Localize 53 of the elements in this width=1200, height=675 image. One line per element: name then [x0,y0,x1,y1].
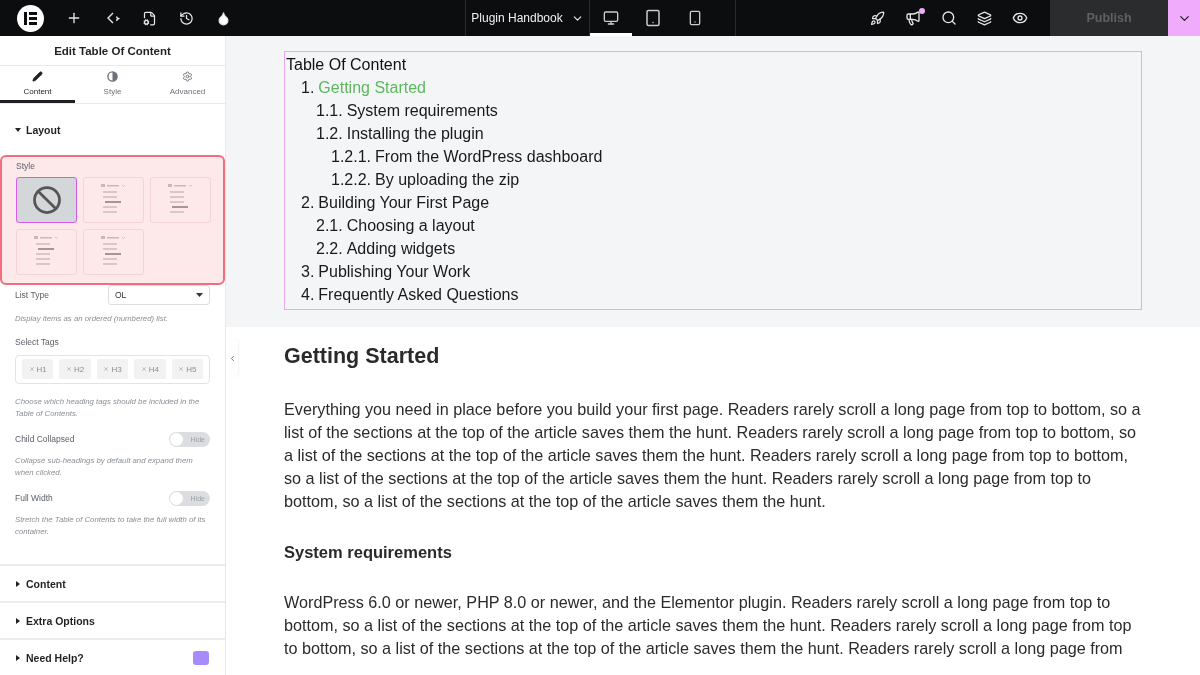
article-paragraph: Everything you need in place before you build your first page. Readers rarely scroll a long page from top to bottom, so a list of the sections at the top of the article saves them the hunt. Readers rarely scroll a long page from top to bottom, so a list of the sections at the top of the article saves them the hunt. Readers rarely scroll a long page from top to bottom, so a list of the sections at the top of the article saves them the hunt. Readers rarely scroll a long page from top to bottom, so a list of the sections at the top of the article saves them the hunt. [284,399,1142,512]
toc-number: 4. [301,285,315,305]
toc-number: 1.2.1. [331,147,372,167]
panel-title: Edit Table Of Content [0,36,225,67]
toc-link[interactable]: Adding widgets [346,237,456,260]
field-label: Style [16,160,36,174]
monitor-icon [603,10,619,26]
panel-tab[interactable]: Content [0,66,75,104]
tablet-icon [644,9,662,27]
toc-link[interactable]: Installing the plugin [346,122,484,145]
article-paragraph: WordPress 6.0 or newer, PHP 8.0 or newer, and the Elementor plugin. Readers rarely scroll a long page from top to bottom, so a list of the sections at the top of the article saves them the hunt. Readers rarely scroll a long page from top to bottom, so a list of the sections at the top of the article saves them the hunt. Readers rarely scroll a long page from [284,592,1133,659]
remove-icon [103,366,110,373]
article-heading: Getting Started [284,343,441,370]
remove-icon [140,366,147,373]
remove-icon [66,366,72,373]
toc-link[interactable]: Choosing a layout [346,214,475,237]
toc-number: 1.1. [316,101,343,121]
phone-icon [687,10,703,26]
toc-number: 2. [301,193,315,213]
field-label: Select Tags [15,337,59,348]
article-subheading: System requirements [284,542,453,563]
remove-icon [178,366,185,373]
panel-tab[interactable]: Style [75,66,150,104]
toc-number: 1. [301,78,315,98]
toc-link[interactable]: Building Your First Page [318,191,490,214]
dropdown-arrow-icon [196,293,203,298]
toc-link[interactable]: From the WordPress dashboard [375,145,603,168]
section-header[interactable]: Content [0,566,209,601]
toc-number: 1.2.2. [331,170,372,190]
toc-link[interactable]: Publishing Your Work [318,260,471,283]
toc-number: 2.2. [316,239,343,259]
remove-icon [28,366,35,373]
style-option[interactable] [16,177,77,224]
field-label: Child Collapsed [15,434,75,445]
section-header[interactable]: Extra Options [0,603,209,638]
toc-link[interactable]: System requirements [346,99,498,122]
none-icon [31,185,62,216]
toc-number: 2.1. [316,216,343,236]
field-label: List Type [15,290,49,301]
settings-icon [182,70,193,82]
section-header[interactable]: Layout [0,112,225,148]
list-type-select[interactable]: OL [108,285,210,306]
pencil-icon [32,70,43,82]
contrast-icon [107,70,118,82]
logo-icon[interactable] [17,4,44,32]
field-label: Full Width [15,493,53,504]
toc-number: 3. [301,262,315,282]
toc-link[interactable]: Frequently Asked Questions [318,283,519,306]
toc-number: 1.2. [316,124,343,144]
toc-link[interactable]: By uploading the zip [375,168,520,191]
toc-title: Table Of Content [286,55,408,75]
panel-tab[interactable]: Advanced [150,66,225,104]
section-header[interactable]: Need Help? [0,640,194,675]
